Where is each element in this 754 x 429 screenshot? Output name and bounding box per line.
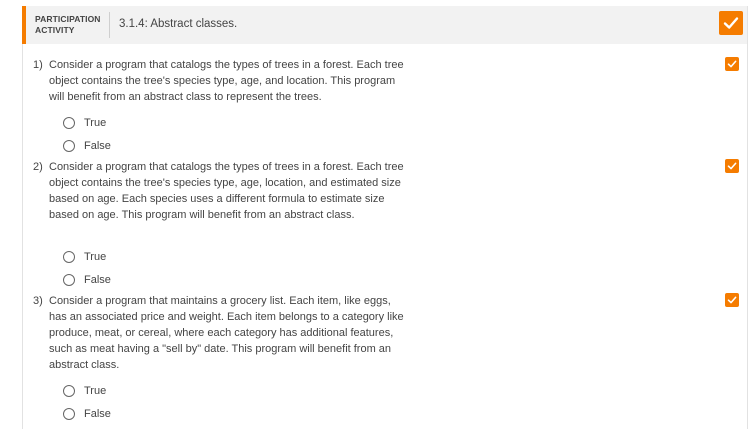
check-icon: [727, 162, 737, 170]
activity-complete-badge: [719, 11, 743, 35]
question-complete-badge: [725, 293, 739, 307]
check-icon: [727, 296, 737, 304]
radio-button[interactable]: [63, 140, 75, 152]
radio-button[interactable]: [63, 251, 75, 263]
participation-activity: PARTICIPATION ACTIVITY 3.1.4: Abstract c…: [22, 6, 748, 429]
check-icon: [723, 17, 739, 29]
question-number: 3): [33, 295, 43, 307]
check-icon: [727, 60, 737, 68]
question-text: Consider a program that catalogs the typ…: [49, 161, 404, 221]
option-label: False: [84, 274, 111, 286]
question-complete-badge: [725, 159, 739, 173]
option-label: True: [84, 385, 107, 397]
question-text: Consider a program that catalogs the typ…: [49, 59, 404, 103]
activity-type-label: PARTICIPATION ACTIVITY: [35, 14, 101, 35]
radio-button[interactable]: [63, 385, 75, 397]
option-label: True: [84, 251, 107, 263]
option-label: False: [84, 408, 111, 420]
radio-button[interactable]: [63, 408, 75, 420]
question-complete-badge: [725, 57, 739, 71]
activity-header: PARTICIPATION ACTIVITY 3.1.4: Abstract c…: [22, 6, 747, 44]
radio-button[interactable]: [63, 274, 75, 286]
question-number: 2): [33, 161, 43, 173]
radio-button[interactable]: [63, 117, 75, 129]
option-label: False: [84, 140, 111, 152]
question-number: 1): [33, 59, 43, 71]
option-label: True: [84, 117, 107, 129]
question-text: Consider a program that maintains a groc…: [49, 295, 404, 371]
activity-title: 3.1.4: Abstract classes.: [119, 18, 238, 30]
header-divider: [109, 12, 110, 38]
